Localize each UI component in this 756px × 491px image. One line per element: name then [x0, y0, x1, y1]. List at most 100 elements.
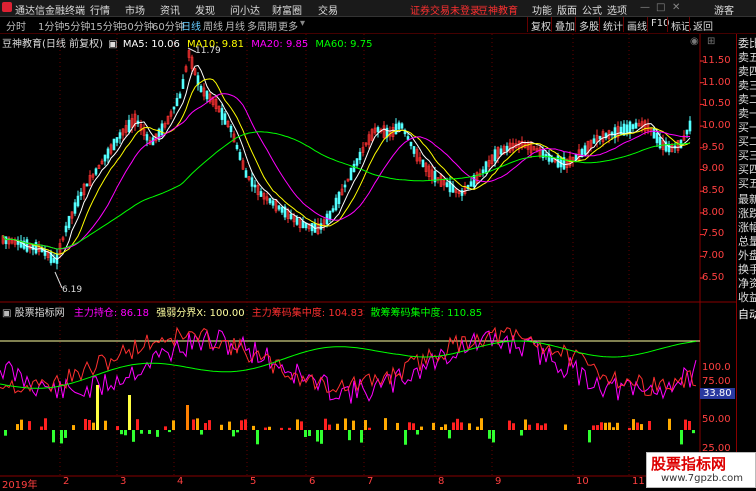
maximize-icon[interactable]: □ — [656, 2, 665, 13]
watermark: 股票指标网 www.7gpzb.com — [646, 452, 756, 488]
sidebar-item-bid3[interactable]: 买三 — [738, 149, 756, 162]
ind-y-tick: 75.00 — [702, 376, 731, 387]
tab-multi-period[interactable]: 多周期 — [245, 18, 279, 33]
y-tick: 9.00 — [702, 163, 725, 174]
ma5-label: MA5: 10.06 — [122, 39, 180, 50]
y-tick: 7.00 — [702, 250, 725, 261]
sidebar-auto[interactable]: 自动 — [738, 308, 756, 321]
menu-news[interactable]: 资讯 — [160, 2, 180, 17]
menu-formula[interactable]: 公式 — [582, 2, 602, 17]
guest-label[interactable]: 游客 — [714, 2, 734, 17]
chart-expand-icon[interactable]: ⊞ — [707, 36, 715, 47]
btn-draw[interactable]: 画线 — [623, 17, 650, 33]
low-price-label: 6.19 — [62, 285, 83, 295]
chevron-down-icon[interactable]: ▾ — [298, 18, 307, 29]
sidebar-item-turnover[interactable]: 换手 — [738, 263, 756, 276]
sidebar-item-bid1[interactable]: 买一 — [738, 121, 756, 134]
main-chart-legend: 豆神教育(日线 前复权) ▣ MA5: 10.06 MA10: 9.81 MA2… — [2, 35, 372, 50]
sidebar-item-net-assets[interactable]: 净资 — [738, 277, 756, 290]
y-tick: 10.00 — [702, 120, 731, 131]
x-tick: 2019年 — [2, 480, 38, 491]
indicator-legend: ▣ 股票指标网 主力持仓: 86.18 强弱分界X: 100.00 主力筹码集中… — [2, 304, 482, 319]
x-tick: 2 — [63, 476, 70, 487]
current-value-badge: 33.80 — [700, 388, 735, 399]
stock-title: 豆神教育(日线 前复权) — [2, 39, 103, 50]
sidebar-item-bid4[interactable]: 买四 — [738, 163, 756, 176]
sidebar-item-earnings[interactable]: 收益 — [738, 291, 756, 304]
sidebar-item-bid2[interactable]: 买二 — [738, 135, 756, 148]
stock-chart[interactable] — [0, 34, 736, 487]
menu-layout[interactable]: 版面 — [557, 2, 577, 17]
x-tick: 3 — [120, 476, 127, 487]
tab-weekly[interactable]: 周线 — [201, 18, 225, 33]
strong-weak-label: 强弱分界X: 100.00 — [156, 308, 245, 319]
x-tick: 10 — [576, 476, 589, 487]
btn-back[interactable]: 返回 — [689, 17, 716, 33]
y-tick: 8.00 — [702, 207, 725, 218]
edu-link[interactable]: 豆神教育 — [478, 2, 518, 17]
menu-assistant[interactable]: 问小达 — [230, 2, 260, 17]
sidebar-item-ask1[interactable]: 卖一 — [738, 107, 756, 120]
menu-market[interactable]: 市场 — [125, 2, 145, 17]
x-tick: 4 — [177, 476, 184, 487]
sidebar-item-ask5[interactable]: 卖五 — [738, 51, 756, 64]
indicator-settings-icon[interactable]: ▣ — [2, 308, 11, 319]
y-tick: 8.50 — [702, 185, 725, 196]
retail-chip-label: 散筹筹码集中度: 110.85 — [370, 308, 483, 319]
sidebar-item-change[interactable]: 涨跌 — [738, 207, 756, 220]
login-notice[interactable]: 证券交易未登录 — [410, 2, 480, 17]
minimize-icon[interactable]: — — [640, 2, 650, 13]
x-tick: 11 — [632, 476, 645, 487]
menu-market-quote[interactable]: 行情 — [90, 2, 110, 17]
high-price-label: 11.79 — [195, 46, 221, 56]
close-icon[interactable]: ✕ — [672, 2, 680, 13]
chart-settings-icon[interactable]: ◉ — [690, 36, 699, 47]
watermark-url: www.7gpzb.com — [661, 473, 743, 484]
sidebar-item-volume[interactable]: 总量 — [738, 235, 756, 248]
ma20-label: MA20: 9.85 — [251, 39, 309, 50]
x-tick: 9 — [495, 476, 502, 487]
ind-y-tick: 100.0 — [702, 362, 731, 373]
sidebar-item-outer[interactable]: 外盘 — [738, 249, 756, 262]
quote-sidebar: 委比 卖五 卖四 卖三 卖二 卖一 买一 买二 买三 买四 买五 最新 涨跌 涨… — [736, 34, 756, 487]
sidebar-item-change-pct[interactable]: 涨幅 — [738, 221, 756, 234]
tab-more[interactable]: 更多 — [276, 18, 300, 33]
menu-discover[interactable]: 发现 — [195, 2, 215, 17]
menu-trade[interactable]: 交易 — [318, 2, 338, 17]
tab-daily[interactable]: 日线 — [179, 18, 203, 33]
btn-adjust[interactable]: 复权 — [527, 17, 554, 33]
title-bar: 通达信金融终端 行情 市场 资讯 发现 问小达 财富圈 交易 证券交易未登录 豆… — [0, 0, 756, 17]
watermark-title: 股票指标网 — [651, 455, 727, 473]
sidebar-item-ask3[interactable]: 卖三 — [738, 79, 756, 92]
x-tick: 5 — [250, 476, 257, 487]
menu-wealth[interactable]: 财富圈 — [272, 2, 302, 17]
y-tick: 11.50 — [702, 55, 731, 66]
ind-y-tick: 50.00 — [702, 414, 731, 425]
indicator-title[interactable]: 股票指标网 — [15, 308, 65, 319]
y-tick: 6.50 — [702, 272, 725, 283]
y-tick: 10.50 — [702, 98, 731, 109]
y-tick: 9.50 — [702, 142, 725, 153]
btn-stats[interactable]: 统计 — [599, 17, 626, 33]
sidebar-item-bid5[interactable]: 买五 — [738, 177, 756, 190]
sidebar-item-bid-ratio[interactable]: 委比 — [738, 37, 756, 50]
y-tick: 7.50 — [702, 228, 725, 239]
ma-menu-icon[interactable]: ▣ — [108, 39, 117, 50]
menu-options[interactable]: 选项 — [607, 2, 627, 17]
x-tick: 8 — [438, 476, 445, 487]
x-tick: 7 — [367, 476, 374, 487]
x-tick: 6 — [309, 476, 316, 487]
period-toolbar: 分时 1分钟 5分钟 15分钟 30分钟 60分钟 日线 周线 月线 多周期 更… — [0, 17, 756, 34]
app-name: 通达信金融终端 — [15, 6, 85, 17]
sidebar-item-ask2[interactable]: 卖二 — [738, 93, 756, 106]
btn-multi-stock[interactable]: 多股 — [575, 17, 602, 33]
tab-intraday[interactable]: 分时 — [4, 18, 28, 33]
sidebar-item-latest[interactable]: 最新 — [738, 193, 756, 206]
btn-overlay[interactable]: 叠加 — [551, 17, 578, 33]
main-hold-label: 主力持仓: 86.18 — [73, 308, 150, 319]
y-tick: 11.00 — [702, 77, 731, 88]
ma60-label: MA60: 9.75 — [315, 39, 373, 50]
sidebar-item-ask4[interactable]: 卖四 — [738, 65, 756, 78]
menu-function[interactable]: 功能 — [532, 2, 552, 17]
tab-monthly[interactable]: 月线 — [223, 18, 247, 33]
